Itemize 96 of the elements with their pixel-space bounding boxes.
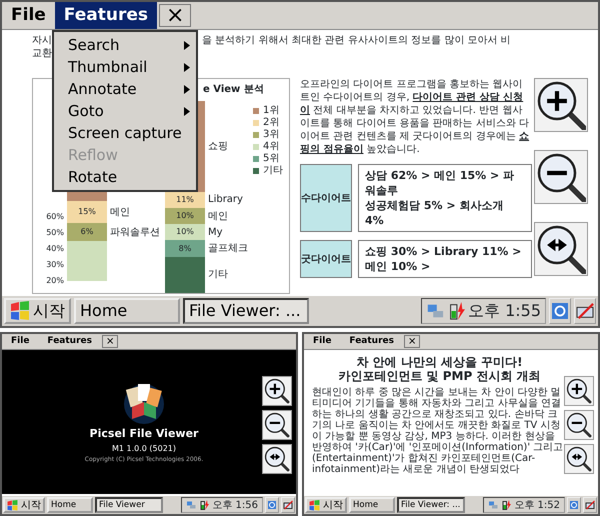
bar-segment: 10% — [165, 224, 205, 240]
taskbar-button[interactable]: File Viewer — [95, 497, 163, 513]
zoom-out-icon — [536, 152, 586, 202]
article-title: 차 안에 나만의 세상을 꾸미다! — [355, 355, 524, 369]
zoom-button[interactable] — [534, 222, 588, 276]
bar-segment: 8% — [165, 240, 205, 257]
axis-tick-label: 60% — [45, 211, 64, 223]
menu-item[interactable]: File — [304, 334, 340, 349]
zoom-button[interactable] — [564, 444, 594, 474]
menu-item[interactable]: Features — [340, 334, 403, 349]
bar-label: 기타 — [208, 268, 228, 282]
article-body: 현대인이 하루 중 많은 시간을 보내는 차 안이 다양한 멀티미디어 기기들을 통해 자동차와 그리고 사무실을 연결하는 하나의 생활 공간으로 재창조되고 있다. 손바닥 크기의 나로 움직이는 차 안에서도 깨끗한 화질로 TV 시청이 가능할 뿐 동영상 감상, MP3 능하다. 이러한 현상을 반영하여 '카(Car)'에 '인포메이션(Information)' 그리고 (Entertainment)'가 합쳐진 카인포테인먼트(Car-infotainment)라는 새로운 개념이 탄생되었다 — [312, 387, 564, 475]
axis-tick-label: 20% — [45, 275, 64, 287]
pen-input-icon[interactable] — [576, 302, 594, 320]
axis-tick-label: 50% — [45, 227, 64, 239]
start-button[interactable]: 시작 — [3, 497, 45, 513]
browser-icon[interactable] — [267, 500, 277, 510]
battery-icon[interactable] — [199, 500, 210, 510]
bar-label: My — [208, 226, 223, 240]
article-title: 카인포테인먼트 및 PMP 전시회 개최 — [337, 369, 542, 383]
zoom-in-icon — [264, 378, 290, 404]
axis-tick-label: 30% — [45, 259, 64, 271]
taskbar-button[interactable]: File Viewer: ... — [397, 497, 465, 513]
zoom-out-icon — [566, 412, 592, 438]
legend-label: 2위 — [263, 117, 280, 128]
zoom-in-icon — [566, 378, 592, 404]
stats-text: 상담 62% > 메인 15% > 파워솔루 성공체험담 5% > 회사소개 4% — [358, 164, 532, 232]
legend-label: 기타 — [263, 165, 283, 176]
taskbar-button[interactable]: Home — [349, 497, 395, 513]
document-text: 자시 — [32, 34, 52, 47]
bar-segment: 11% — [165, 192, 205, 208]
category-label: 굿다이어트 — [300, 240, 352, 278]
windows-flag-icon — [7, 500, 18, 510]
menu-item[interactable]: Search — [54, 34, 196, 56]
document-text: 교환 — [32, 47, 52, 60]
zoom-button[interactable] — [564, 376, 594, 406]
menu-item[interactable]: Screen capture — [54, 122, 196, 144]
taskbar-button[interactable]: File Viewer: ... — [183, 298, 309, 324]
menu-item[interactable]: Goto — [54, 100, 196, 122]
pen-input-icon[interactable] — [283, 500, 293, 510]
legend-label: 1위 — [263, 105, 280, 116]
zoom-in-icon — [536, 80, 586, 130]
fit-width-icon — [536, 224, 586, 274]
start-button[interactable]: 시작 — [305, 497, 347, 513]
legend-label: 4위 — [263, 141, 280, 152]
zoom-button[interactable] — [262, 444, 292, 474]
submenu-arrow-icon — [184, 40, 190, 50]
menu-item[interactable]: Thumbnail — [54, 56, 196, 78]
legend-label: 5위 — [263, 153, 280, 164]
document-text: 을 분석하기 위해서 최대한 관련 유사사이트의 정보를 많이 모아서 비 — [202, 34, 511, 48]
bar-label: 쇼핑 — [208, 140, 228, 154]
bar-label: Library — [208, 193, 243, 208]
menu-item[interactable]: Features — [38, 334, 101, 349]
start-button[interactable]: 시작 — [4, 298, 71, 324]
taskbar-button[interactable]: Home — [74, 298, 180, 324]
windows-flag-icon — [10, 301, 30, 321]
windows-flag-icon — [309, 500, 320, 510]
submenu-arrow-icon — [184, 106, 190, 116]
app-title: Picsel File Viewer — [90, 426, 198, 442]
bar-label: 메인 — [110, 206, 130, 220]
bar-label: 메인 — [208, 210, 228, 224]
zoom-button[interactable] — [564, 410, 594, 440]
fit-width-icon — [566, 446, 592, 472]
bar-segment: 10% — [165, 208, 205, 224]
stats-text: 쇼핑 30% > Library 11% > 메인 10% > — [358, 240, 532, 278]
zoom-button[interactable] — [262, 410, 292, 440]
menu-item[interactable]: Annotate — [54, 78, 196, 100]
document-paragraph: 오프라인의 다이어트 프로그램을 홍보하는 웹사이트인 수다이어트의 경우, 다이어트 관련 상담 신청이 전체 대부분을 차지하고 있었습니다. 반면 웹사이트를 통해 다이어트 용품을 판매하는 서비스와 다이어트 관련 컨텐츠를 제 굿다이어트의 경우에는 쇼핑의 점유율이 높았습니다. — [300, 78, 530, 156]
zoom-button[interactable] — [534, 78, 588, 132]
close-button[interactable]: × — [158, 4, 192, 27]
zoom-button[interactable] — [262, 376, 292, 406]
taskbar-button[interactable]: Home — [47, 497, 93, 513]
zoom-out-icon — [264, 412, 290, 438]
category-label: 수다이어트 — [300, 164, 352, 232]
menu-item[interactable]: Features — [54, 2, 157, 29]
fit-width-icon — [264, 446, 290, 472]
chart-title: e View 분석 — [203, 83, 265, 97]
menu-item[interactable]: Rotate — [54, 166, 196, 188]
legend-label: 3위 — [263, 129, 280, 140]
submenu-arrow-icon — [184, 62, 190, 72]
version-text: M1 1.0.0 (5021) — [112, 442, 176, 455]
pen-input-icon[interactable] — [585, 500, 595, 510]
browser-icon[interactable] — [569, 500, 579, 510]
menu-item[interactable]: File — [2, 334, 38, 349]
bar-label: 파워솔루션 — [110, 226, 160, 240]
menu-item[interactable]: File — [2, 2, 55, 29]
close-button[interactable]: × — [102, 335, 118, 348]
bar-segment: 6% — [67, 223, 107, 241]
bar-segment: 15% — [67, 201, 107, 223]
bar-label: 골프체크 — [208, 242, 248, 256]
zoom-button[interactable] — [534, 150, 588, 204]
close-button[interactable]: × — [404, 335, 420, 348]
axis-tick-label: 40% — [45, 243, 64, 255]
browser-icon[interactable] — [551, 302, 569, 320]
submenu-arrow-icon — [184, 84, 190, 94]
battery-icon[interactable] — [501, 500, 512, 510]
